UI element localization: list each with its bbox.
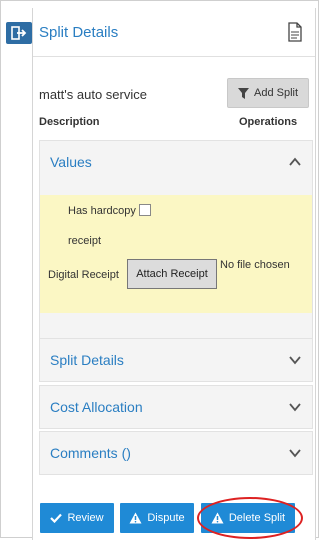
no-file-chosen-text: No file chosen: [220, 259, 290, 271]
dispute-button-label: Dispute: [147, 512, 185, 524]
delete-split-button[interactable]: Delete Split: [201, 503, 295, 533]
comments-section-header[interactable]: Comments (): [40, 432, 312, 476]
checkmark-icon: [50, 513, 63, 523]
warning-icon: [211, 512, 224, 524]
panel-title: Split Details: [39, 24, 119, 41]
chevron-up-icon: [289, 157, 301, 166]
add-split-button[interactable]: Add Split: [227, 78, 309, 108]
cost-allocation-section[interactable]: Cost Allocation: [39, 385, 313, 429]
values-section-title: Values: [50, 154, 92, 170]
receipt-label: receipt: [68, 235, 102, 247]
review-button[interactable]: Review: [40, 503, 114, 533]
values-section-header[interactable]: Values: [40, 141, 312, 185]
split-details-section-title: Split Details: [50, 352, 124, 368]
split-details-section-header[interactable]: Split Details: [40, 339, 312, 383]
comments-section[interactable]: Comments (): [39, 431, 313, 475]
delete-split-button-label: Delete Split: [228, 512, 286, 524]
filter-icon: [237, 87, 249, 99]
review-button-label: Review: [67, 512, 104, 524]
has-hardcopy-checkbox[interactable]: [139, 204, 151, 216]
comments-section-title: Comments (): [50, 445, 131, 461]
panel-header: Split Details: [33, 8, 315, 57]
operations-label: Operations: [239, 116, 298, 128]
description-label: Description: [39, 116, 100, 128]
exit-icon: [11, 26, 27, 40]
cost-allocation-section-title: Cost Allocation: [50, 399, 143, 415]
exit-button[interactable]: [6, 22, 32, 44]
digital-receipt-label: Digital Receipt: [48, 269, 119, 281]
add-split-label: Add Split: [253, 87, 299, 99]
values-section-body: Has hardcopy receipt Digital Receipt Att…: [40, 195, 312, 313]
split-description-value: matt's auto service: [39, 87, 147, 102]
chevron-down-icon: [289, 449, 301, 458]
chevron-down-icon: [289, 356, 301, 365]
cost-allocation-section-header[interactable]: Cost Allocation: [40, 386, 312, 430]
dispute-button[interactable]: Dispute: [120, 503, 194, 533]
has-hardcopy-label: Has hardcopy: [68, 205, 136, 217]
values-section: Values Has hardcopy receipt Digital Rece…: [39, 140, 313, 348]
chevron-down-icon: [289, 403, 301, 412]
split-details-panel: Split Details matt's auto service Add Sp…: [32, 8, 316, 540]
split-details-section[interactable]: Split Details: [39, 338, 313, 382]
attach-receipt-button[interactable]: Attach Receipt: [127, 259, 217, 289]
document-icon[interactable]: [287, 22, 303, 42]
warning-icon: [129, 512, 142, 524]
